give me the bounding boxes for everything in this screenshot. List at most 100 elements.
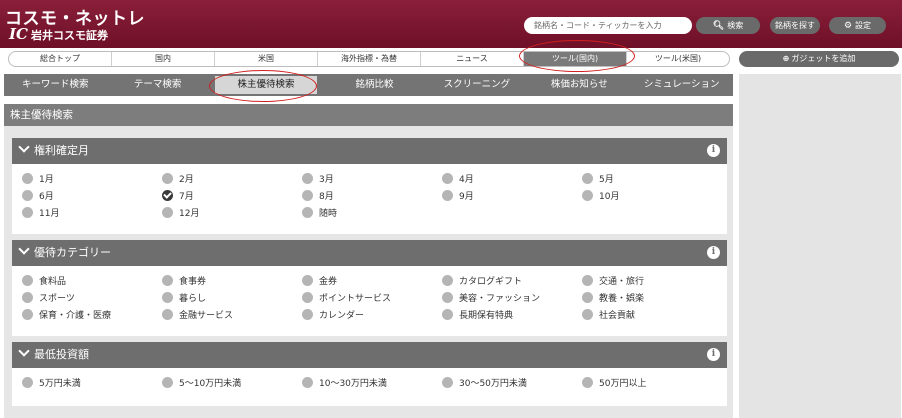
radio-option[interactable]: 1月 [22,170,162,186]
settings-button[interactable]: ⚙ 設定 [829,17,886,34]
section-header-category[interactable]: 優待カテゴリー i [12,240,727,266]
radio-option[interactable]: 8月 [302,187,442,203]
radio-icon[interactable] [302,308,313,320]
info-icon[interactable]: i [707,144,720,157]
section-title: 優待カテゴリー [34,246,111,259]
radio-option[interactable]: 4月 [442,170,582,186]
radio-icon[interactable] [162,291,173,303]
radio-option[interactable]: カタログギフト [442,272,582,288]
tool-tab-2[interactable]: 株主優待検索 [214,76,318,94]
info-icon[interactable]: i [707,246,720,259]
add-gadget-button[interactable]: ⊕ ガジェットを追加 [739,51,899,67]
top-nav-tab-3[interactable]: 海外指標・為替 [318,52,421,66]
app-header: コスモ・ネットレ IC岩井コスモ証券 🔍︎検索 銘柄を探す ⚙設定 [0,0,902,48]
radio-icon[interactable] [22,206,33,218]
radio-icon[interactable] [582,274,593,286]
radio-icon[interactable] [22,274,33,286]
radio-icon[interactable] [302,206,313,218]
radio-icon[interactable] [582,172,593,184]
top-nav-tab-4[interactable]: ニュース [421,52,524,66]
radio-option[interactable]: 30～50万円未満 [442,374,582,390]
chevron-down-icon [18,345,30,357]
radio-option[interactable]: 3月 [302,170,442,186]
radio-option[interactable]: 10～30万円未満 [302,374,442,390]
radio-option[interactable]: 交通・旅行 [582,272,722,288]
radio-option[interactable]: 金券 [302,272,442,288]
radio-icon[interactable] [22,308,33,320]
radio-icon[interactable] [582,376,593,388]
radio-option[interactable]: 9月 [442,187,582,203]
section-header-min-investment[interactable]: 最低投資額 i [12,342,727,368]
tool-tabs: キーワード検索 テーマ検索 株主優待検索 銘柄比較 スクリーニング 株価お知らせ シミュレー… [4,74,733,96]
radio-icon[interactable] [162,376,173,388]
tool-tab-3[interactable]: 銘柄比較 [323,74,425,96]
radio-option[interactable]: 保育・介護・医療 [22,306,162,322]
radio-icon[interactable] [22,189,33,201]
section-header-month[interactable]: 権利確定月 i [12,138,727,164]
option-label: 長期保有特典 [459,310,514,321]
top-nav-tab-1[interactable]: 国内 [112,52,215,66]
radio-option[interactable]: 教養・娯楽 [582,289,722,305]
top-nav-tab-6[interactable]: ツール(米国) [627,52,729,66]
radio-option[interactable]: カレンダー [302,306,442,322]
radio-icon[interactable] [302,376,313,388]
top-nav-tab-2[interactable]: 米国 [215,52,318,66]
find-stock-button[interactable]: 銘柄を探す [770,17,820,34]
radio-icon[interactable] [582,189,593,201]
tool-tab-0[interactable]: キーワード検索 [4,74,106,96]
radio-icon[interactable] [302,189,313,201]
radio-option[interactable]: 11月 [22,204,162,220]
radio-option[interactable]: 50万円以上 [582,374,722,390]
radio-option[interactable]: 暮らし [162,289,302,305]
radio-option[interactable]: 6月 [22,187,162,203]
radio-icon[interactable] [22,172,33,184]
radio-option[interactable]: 10月 [582,187,722,203]
tool-tab-1[interactable]: テーマ検索 [106,74,208,96]
tool-tab-4[interactable]: スクリーニング [426,74,528,96]
radio-option[interactable]: 食事券 [162,272,302,288]
radio-icon[interactable] [162,172,173,184]
radio-icon[interactable] [22,291,33,303]
radio-icon[interactable] [302,291,313,303]
radio-icon[interactable] [582,308,593,320]
radio-option[interactable]: 5万円未満 [22,374,162,390]
radio-option[interactable]: 12月 [162,204,302,220]
section-title: 権利確定月 [34,144,89,157]
radio-option[interactable]: 7月 [162,187,302,203]
radio-option[interactable]: 5～10万円未満 [162,374,302,390]
radio-option[interactable]: 2月 [162,170,302,186]
top-nav-tab-5[interactable]: ツール(国内) [524,52,627,66]
tool-tab-5[interactable]: 株価お知らせ [528,74,630,96]
radio-option[interactable]: 金融サービス [162,306,302,322]
radio-option[interactable]: 長期保有特典 [442,306,582,322]
radio-option[interactable]: 5月 [582,170,722,186]
radio-icon[interactable] [582,291,593,303]
radio-icon[interactable] [442,376,453,388]
checked-radio-icon[interactable] [162,189,173,201]
radio-icon[interactable] [442,189,453,201]
radio-icon[interactable] [22,376,33,388]
option-label: 30～50万円未満 [459,378,527,389]
top-nav-tab-0[interactable]: 総合トップ [9,52,112,66]
radio-icon[interactable] [442,274,453,286]
radio-option[interactable]: 社会貢献 [582,306,722,322]
search-button[interactable]: 🔍︎ 検索 [696,17,760,34]
radio-icon[interactable] [162,308,173,320]
radio-icon[interactable] [442,291,453,303]
tool-tab-6[interactable]: シミュレーション [631,74,733,96]
radio-icon[interactable] [302,172,313,184]
radio-option[interactable]: ポイントサービス [302,289,442,305]
info-icon[interactable]: i [707,348,720,361]
radio-icon[interactable] [162,206,173,218]
radio-icon[interactable] [162,274,173,286]
search-input[interactable] [524,17,692,34]
radio-option[interactable]: 美容・ファッション [442,289,582,305]
main-content: 株主優待検索 権利確定月 i 1月 2月 3月 4月 5月 6月 7月 8月 9月 10月 11月 12… [4,104,733,418]
radio-option[interactable]: スポーツ [22,289,162,305]
radio-icon[interactable] [442,308,453,320]
option-label: 8月 [319,191,334,202]
radio-icon[interactable] [442,172,453,184]
radio-icon[interactable] [302,274,313,286]
radio-option[interactable]: 随時 [302,204,442,220]
radio-option[interactable]: 食料品 [22,272,162,288]
